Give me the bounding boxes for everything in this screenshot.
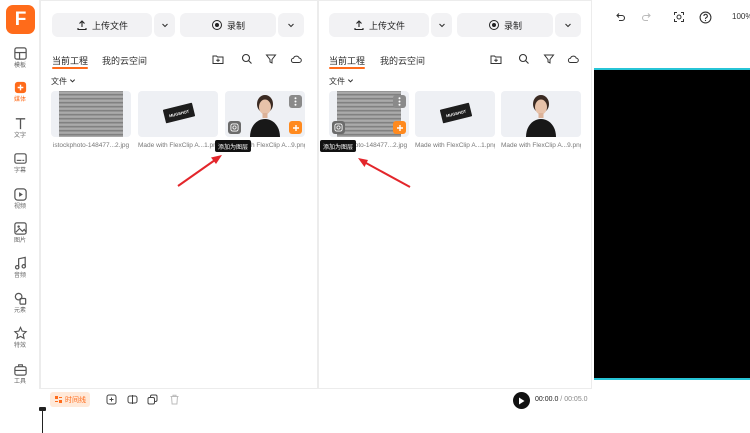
preview-canvas[interactable] — [594, 68, 750, 380]
playback-time: 00:00.0 / 00:05.0 — [535, 396, 588, 403]
play-icon — [519, 397, 525, 404]
timeline-icon — [55, 396, 62, 403]
duplicate-icon[interactable] — [147, 394, 158, 405]
zoom-level[interactable]: 100% — [732, 12, 750, 21]
help-icon — [699, 11, 711, 23]
help-button[interactable] — [698, 10, 712, 24]
undo-button[interactable] — [613, 10, 627, 24]
delete-icon[interactable] — [169, 394, 180, 405]
split-icon[interactable] — [127, 394, 138, 405]
total-time: 00:05.0 — [564, 396, 588, 403]
screenshot-button[interactable] — [672, 10, 686, 24]
redo-button[interactable] — [640, 10, 654, 24]
annotation-arrow-2 — [358, 158, 411, 188]
current-time: 00:00.0 — [535, 396, 559, 403]
capture-icon — [674, 12, 684, 22]
add-track-icon[interactable] — [106, 394, 117, 405]
play-button[interactable] — [513, 392, 530, 409]
timeline-playhead[interactable] — [39, 407, 46, 433]
redo-icon — [641, 13, 651, 22]
timeline-label: 时间线 — [65, 396, 86, 404]
timeline-toggle-button[interactable]: 时间线 — [50, 392, 90, 407]
undo-icon — [616, 13, 626, 22]
annotation-arrow-1 — [177, 155, 222, 187]
editor-root: F 模板 媒体 文字 字幕 视频 图片 音频 元素 特效 工具 上传文件 录制 … — [0, 0, 750, 433]
